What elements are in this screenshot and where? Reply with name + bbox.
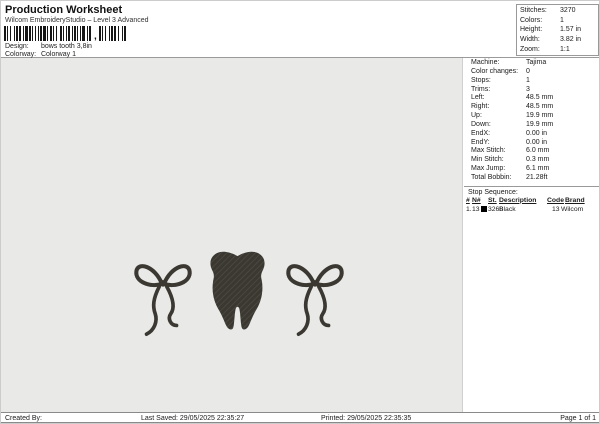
- endy-value: 0.00 in: [526, 138, 548, 146]
- trims-value: 3: [526, 85, 530, 93]
- max-jump-value: 6.1 mm: [526, 165, 550, 173]
- row-brand: Wilcom: [561, 205, 584, 213]
- page-title: Production Worksheet: [5, 4, 123, 16]
- barcode-separator: ,: [94, 31, 97, 42]
- stops-label: Stops:: [471, 76, 491, 84]
- machine-row: Down: 19.9 mm: [464, 120, 599, 130]
- machine-value: Tajima: [526, 59, 547, 66]
- colors-label: Colors:: [520, 16, 543, 24]
- summary-row: Zoom: 1:1: [517, 45, 598, 55]
- endx-label: EndX:: [471, 129, 491, 137]
- total-bobbin-label: Total Bobbin:: [471, 173, 512, 181]
- endy-label: EndY:: [471, 138, 490, 146]
- colorway-label: Colorway:: [5, 51, 37, 58]
- height-label: Height:: [520, 26, 543, 34]
- min-stitch-label: Min Stitch:: [471, 156, 504, 164]
- color-changes-label: Color changes:: [471, 67, 519, 75]
- barcode-icon: [4, 26, 92, 41]
- stitches-value: 3270: [560, 7, 576, 14]
- stop-sequence-header: # N# St. Description Code Brand: [464, 196, 599, 206]
- machine-row: Stops: 1: [464, 76, 599, 86]
- machine-row: Left: 48.5 mm: [464, 94, 599, 103]
- machine-row: EndX: 0.00 in: [464, 129, 599, 139]
- col-num: #: [466, 196, 470, 204]
- machine-row: Max Stitch: 6.0 mm: [464, 147, 599, 156]
- width-value: 3.82 in: [560, 36, 582, 44]
- colors-value: 1: [560, 16, 564, 24]
- worksheet-footer: Created By: Last Saved: 29/05/2025 22:35…: [1, 412, 599, 423]
- stitches-label: Stitches:: [520, 7, 547, 14]
- production-worksheet-page: Production Worksheet Wilcom EmbroiderySt…: [0, 0, 600, 424]
- design-summary-box: Stitches: 3270 Colors: 1 Height: 1.57 in Wi…: [516, 4, 599, 56]
- right-bow-design: [286, 264, 344, 337]
- machine-row: Color changes: 0: [464, 67, 599, 77]
- max-jump-label: Max Jump:: [471, 165, 506, 173]
- down-value: 19.9 mm: [526, 120, 554, 128]
- col-description: Description: [499, 196, 537, 204]
- colorway-value: Colorway 1: [40, 51, 76, 58]
- zoom-label: Zoom:: [520, 45, 540, 53]
- machine-row: Trims: 3: [464, 85, 599, 95]
- created-by-label: Created By:: [5, 414, 42, 422]
- design-row: Design: bows tooth 3,8in: [5, 43, 92, 50]
- right-label: Right:: [471, 103, 490, 111]
- design-canvas: [1, 58, 463, 412]
- total-bobbin-value: 21.28ft: [526, 173, 548, 181]
- summary-row: Width: 3.82 in: [517, 35, 598, 45]
- right-value: 48.5 mm: [526, 103, 554, 111]
- machine-label: Machine:: [471, 59, 500, 66]
- design-name-value: bows tooth 3,8in: [40, 43, 92, 50]
- stops-value: 1: [526, 76, 530, 84]
- tooth-design: [210, 251, 265, 330]
- summary-row: Colors: 1: [517, 16, 598, 26]
- machine-row: Up: 19.9 mm: [464, 112, 599, 121]
- trims-label: Trims:: [471, 85, 491, 93]
- design-label: Design:: [5, 43, 29, 50]
- stop-sequence-row: 1. 13 3268 Black 13 Wilcom: [464, 205, 599, 215]
- thread-color-swatch: [481, 205, 487, 212]
- endx-value: 0.00 in: [526, 129, 548, 137]
- summary-row: Height: 1.57 in: [517, 25, 598, 35]
- col-brand: Brand: [565, 196, 585, 204]
- machine-info-panel: Machine: Tajima Color changes: 0 Stops: 1 T…: [464, 59, 599, 411]
- barcode-icon: [98, 26, 126, 41]
- width-label: Width:: [520, 36, 540, 44]
- down-label: Down:: [471, 120, 491, 128]
- up-value: 19.9 mm: [526, 112, 554, 120]
- machine-row: EndY: 0.00 in: [464, 138, 599, 148]
- barcode-row: ,: [4, 26, 126, 42]
- colorway-row: Colorway: Colorway 1: [5, 51, 76, 58]
- col-st: St.: [488, 196, 497, 204]
- summary-row: Stitches: 3270: [517, 6, 598, 16]
- panel-divider: [464, 185, 599, 187]
- left-value: 48.5 mm: [526, 94, 554, 102]
- max-stitch-value: 6.0 mm: [526, 147, 550, 155]
- zoom-value: 1:1: [560, 45, 570, 53]
- col-n: N#: [472, 196, 481, 204]
- row-num: 1.: [466, 205, 472, 213]
- left-bow-design: [134, 264, 192, 337]
- machine-row: Machine: Tajima: [464, 59, 599, 68]
- color-changes-value: 0: [526, 67, 530, 75]
- machine-row: Right: 48.5 mm: [464, 103, 599, 112]
- printed-text: Printed: 29/05/2025 22:35:35: [321, 414, 412, 422]
- page-number: Page 1 of 1: [560, 414, 596, 422]
- stop-sequence-title: Stop Sequence:: [468, 188, 518, 196]
- row-code: 13: [552, 205, 560, 213]
- max-stitch-label: Max Stitch:: [471, 147, 506, 155]
- row-description: Black: [499, 205, 516, 213]
- worksheet-header: Production Worksheet Wilcom EmbroiderySt…: [1, 1, 599, 58]
- row-n: 13: [472, 205, 480, 213]
- machine-row: Total Bobbin: 21.28ft: [464, 173, 599, 183]
- left-label: Left:: [471, 94, 485, 102]
- col-code: Code: [547, 196, 564, 204]
- machine-row: Min Stitch: 0.3 mm: [464, 156, 599, 165]
- machine-row: Max Jump: 6.1 mm: [464, 165, 599, 174]
- last-saved-text: Last Saved: 29/05/2025 22:35:27: [141, 414, 245, 422]
- min-stitch-value: 0.3 mm: [526, 156, 550, 164]
- height-value: 1.57 in: [560, 26, 582, 34]
- software-subtitle: Wilcom EmbroideryStudio – Level 3 Advanc…: [5, 17, 149, 24]
- up-label: Up:: [471, 112, 482, 120]
